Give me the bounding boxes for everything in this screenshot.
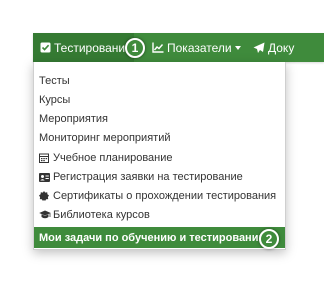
nav-indicators-label: Показатели (167, 40, 232, 55)
menu-item-label: Мои задачи по обучению и тестированию (39, 231, 268, 244)
menu-item-label: Сертификаты о прохождении тестирования (53, 190, 277, 202)
id-card-icon (39, 172, 51, 182)
menu-item-label: Мероприятия (39, 113, 108, 125)
menu-item-training-planning[interactable]: Учебное планирование (34, 149, 285, 167)
menu-item-events[interactable]: Мероприятия (34, 110, 285, 128)
paper-plane-icon (253, 42, 265, 54)
menu-item-label: Курсы (39, 94, 71, 106)
menu-item-label: Тесты (39, 75, 70, 87)
testing-dropdown-menu: Тесты Курсы Мероприятия Мониторинг мероп… (33, 62, 286, 250)
menu-item-course-library[interactable]: Библиотека курсов (34, 206, 285, 224)
nav-testing[interactable]: Тестирование (33, 33, 134, 62)
graduation-cap-icon (39, 210, 51, 220)
checkbox-icon (40, 42, 51, 53)
menu-item-events-monitoring[interactable]: Мониторинг мероприятий (34, 129, 285, 147)
menu-item-tests[interactable]: Тесты (34, 72, 285, 90)
nav-documents-label: Доку (268, 40, 295, 55)
top-navbar: Тестирование Показатели Доку (33, 33, 324, 62)
chevron-down-icon (234, 46, 241, 50)
nav-documents[interactable]: Доку (253, 33, 294, 62)
menu-item-label: Библиотека курсов (53, 209, 150, 221)
screenshot-stage: Тестирование Показатели Доку 1 Тесты Кур… (0, 0, 324, 282)
nav-testing-label: Тестирование (54, 40, 132, 55)
menu-item-test-registration[interactable]: Регистрация заявки на тестирование (34, 168, 285, 186)
step-badge-2: 2 (259, 229, 279, 249)
certificate-icon (39, 191, 51, 201)
menu-item-label: Учебное планирование (53, 152, 173, 164)
menu-item-label: Мониторинг мероприятий (39, 132, 171, 144)
calendar-icon (39, 153, 51, 163)
chart-icon (152, 42, 164, 53)
nav-indicators[interactable]: Показатели (152, 33, 241, 62)
step-badge-1: 1 (125, 38, 145, 58)
menu-item-courses[interactable]: Курсы (34, 91, 285, 109)
menu-item-certificates[interactable]: Сертификаты о прохождении тестирования (34, 187, 285, 205)
menu-item-my-training-tasks[interactable]: Мои задачи по обучению и тестированию (34, 227, 285, 248)
menu-item-label: Регистрация заявки на тестирование (53, 171, 243, 183)
